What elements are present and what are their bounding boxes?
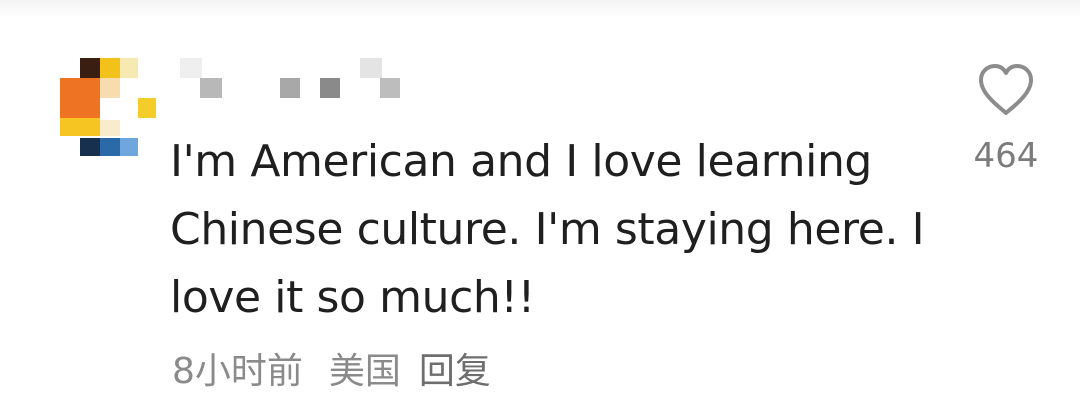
- like-control: 464: [968, 62, 1044, 176]
- username-pixel: [380, 78, 400, 98]
- comment-location: 美国: [328, 351, 401, 392]
- avatar-pixel: [100, 58, 120, 78]
- comment-timestamp: 8小时前: [172, 351, 303, 392]
- avatar-pixel: [138, 98, 156, 118]
- avatar-pixel: [120, 138, 138, 156]
- avatar-pixel: [100, 138, 120, 156]
- avatar-pixel: [80, 58, 100, 78]
- username-pixel: [280, 78, 300, 98]
- heart-outline-icon[interactable]: [976, 62, 1036, 118]
- avatar-pixel: [60, 78, 100, 118]
- avatar-pixel: [100, 120, 120, 136]
- username-pixel: [320, 78, 340, 98]
- comment-text: I'm American and I love learning Chinese…: [170, 136, 925, 323]
- comment-meta: 8小时前 美国 回复: [172, 344, 491, 392]
- username-pixel: [200, 78, 222, 98]
- avatar-pixel: [120, 58, 138, 78]
- username-pixel: [180, 58, 202, 78]
- reply-button[interactable]: 回复: [419, 342, 491, 394]
- avatar-pixel: [80, 138, 100, 156]
- username[interactable]: [176, 56, 416, 104]
- like-count: 464: [973, 136, 1039, 176]
- comment-item: I'm American and I love learning Chinese…: [0, 0, 1080, 410]
- avatar-pixel: [60, 118, 100, 136]
- avatar[interactable]: [58, 58, 158, 158]
- avatar-pixel: [100, 78, 120, 98]
- username-pixel: [360, 58, 382, 78]
